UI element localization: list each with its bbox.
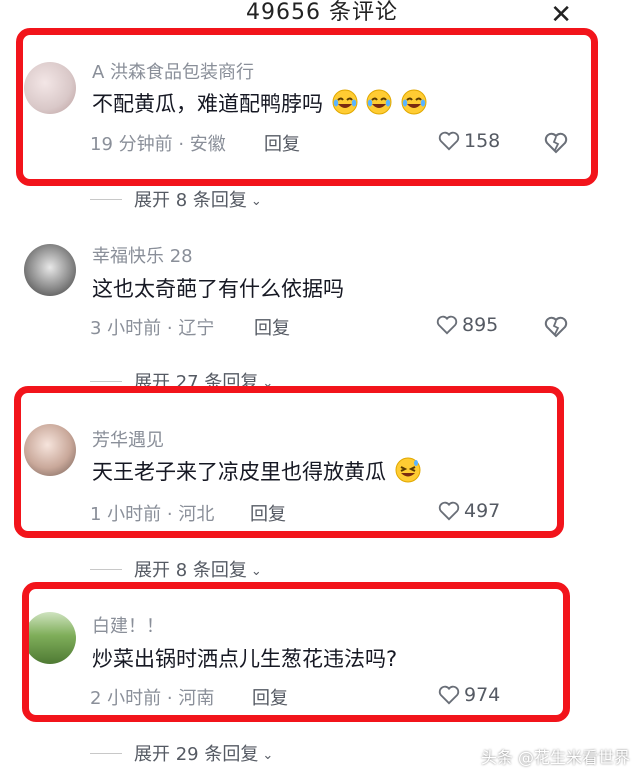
comment-text-content: 天王老子来了凉皮里也得放黄瓜 bbox=[92, 460, 386, 484]
avatar[interactable] bbox=[24, 244, 76, 296]
expand-replies-label: 展开 8 条回复 bbox=[134, 560, 247, 581]
dislike-icon[interactable] bbox=[544, 132, 568, 154]
chevron-down-icon: ⌄ bbox=[262, 748, 274, 763]
laugh-cry-emoji-icon bbox=[332, 89, 358, 115]
comment-text: 炒菜出锅时洒点儿生葱花违法吗? bbox=[92, 647, 398, 671]
comment-time-location: 19 分钟前 · 安徽 bbox=[90, 134, 226, 155]
like-count: 895 bbox=[462, 314, 499, 336]
comment-text: 这也太奇葩了有什么依据吗 bbox=[92, 277, 344, 301]
chevron-down-icon: ⌄ bbox=[250, 564, 262, 579]
comment-time-location: 1 小时前 · 河北 bbox=[90, 504, 215, 525]
comment-username[interactable]: 白建！！ bbox=[92, 612, 164, 638]
watermark: 头条 @花生米看世界 bbox=[480, 748, 630, 767]
reply-button[interactable]: 回复 bbox=[264, 130, 300, 156]
reply-button[interactable]: 回复 bbox=[254, 314, 290, 340]
laugh-cry-emoji-icon bbox=[366, 89, 392, 115]
heart-icon bbox=[438, 501, 460, 521]
like-button[interactable]: 895 bbox=[436, 314, 498, 336]
expand-replies-button[interactable]: 展开 8 条回复 ⌄ bbox=[90, 556, 262, 582]
divider bbox=[90, 753, 122, 754]
heart-icon bbox=[436, 315, 458, 335]
comment-username[interactable]: 幸福快乐 28 bbox=[92, 242, 193, 268]
dislike-icon[interactable] bbox=[544, 316, 568, 338]
avatar[interactable] bbox=[24, 62, 76, 114]
comment-text: 天王老子来了凉皮里也得放黄瓜 bbox=[92, 456, 421, 486]
divider bbox=[90, 199, 122, 200]
like-count: 158 bbox=[464, 130, 501, 152]
avatar[interactable] bbox=[24, 612, 76, 664]
like-button[interactable]: 158 bbox=[438, 130, 500, 152]
comment-text-content: 不配黄瓜，难道配鸭脖吗 bbox=[92, 92, 323, 116]
grin-sweat-emoji-icon bbox=[395, 457, 421, 483]
comment-username[interactable]: 芳华遇见 bbox=[92, 426, 164, 452]
heart-icon bbox=[438, 685, 460, 705]
close-icon[interactable]: ✕ bbox=[550, 2, 572, 28]
like-button[interactable]: 497 bbox=[438, 500, 500, 522]
like-count: 974 bbox=[464, 684, 501, 706]
expand-replies-label: 展开 27 条回复 bbox=[134, 372, 259, 393]
expand-replies-label: 展开 8 条回复 bbox=[134, 190, 247, 211]
divider bbox=[90, 569, 122, 570]
avatar[interactable] bbox=[24, 424, 76, 476]
chevron-down-icon: ⌄ bbox=[250, 194, 262, 209]
comment-time-location: 3 小时前 · 辽宁 bbox=[90, 318, 215, 339]
laugh-cry-emoji-icon bbox=[401, 89, 427, 115]
comment-username[interactable]: A 洪森食品包装商行 bbox=[92, 58, 254, 84]
comment-time-location: 2 小时前 · 河南 bbox=[90, 688, 215, 709]
reply-button[interactable]: 回复 bbox=[252, 684, 288, 710]
comment-text: 不配黄瓜，难道配鸭脖吗 bbox=[92, 88, 427, 118]
divider bbox=[90, 381, 122, 382]
like-button[interactable]: 974 bbox=[438, 684, 500, 706]
chevron-down-icon: ⌄ bbox=[262, 376, 274, 391]
expand-replies-label: 展开 29 条回复 bbox=[134, 744, 259, 765]
reply-button[interactable]: 回复 bbox=[250, 500, 286, 526]
heart-icon bbox=[438, 131, 460, 151]
comments-count-title: 49656 条评论 bbox=[246, 0, 398, 25]
expand-replies-button[interactable]: 展开 27 条回复 ⌄ bbox=[90, 368, 273, 394]
like-count: 497 bbox=[464, 500, 501, 522]
expand-replies-button[interactable]: 展开 29 条回复 ⌄ bbox=[90, 740, 273, 766]
expand-replies-button[interactable]: 展开 8 条回复 ⌄ bbox=[90, 186, 262, 212]
